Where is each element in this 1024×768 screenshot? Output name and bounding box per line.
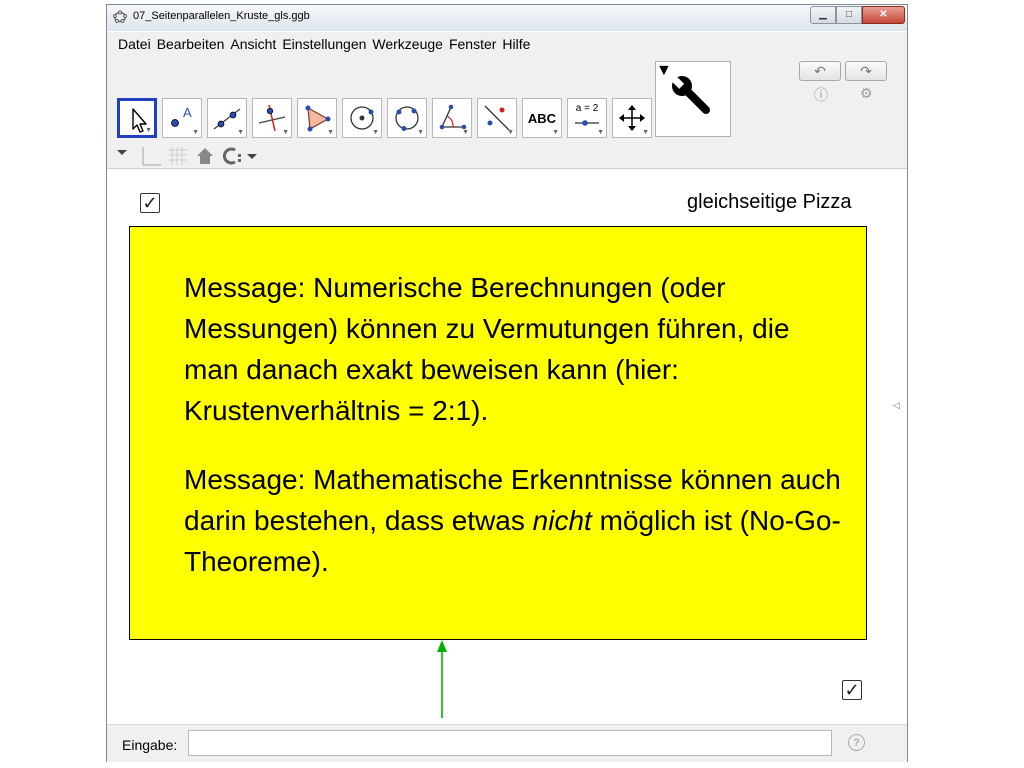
- text-tool-button[interactable]: ABC ▼: [522, 98, 562, 138]
- close-icon: ✕: [879, 9, 888, 20]
- tool-menu-triangle-icon: ▼: [145, 127, 152, 134]
- perpendicular-tool-button[interactable]: ▼: [252, 98, 292, 138]
- stylebar-toggle-icon[interactable]: [115, 146, 129, 160]
- checkbox-top[interactable]: ✓: [140, 193, 160, 213]
- circle-three-points-tool-button[interactable]: ▼: [387, 98, 427, 138]
- tool-menu-triangle-icon: ▼: [552, 129, 559, 136]
- input-bar: Eingabe: ?: [107, 724, 907, 762]
- menu-bar: Datei Bearbeiten Ansicht Einstellungen Werkz…: [107, 32, 907, 56]
- tool-menu-triangle-icon: ▼: [642, 129, 649, 136]
- move-view-tool-button[interactable]: ▼: [612, 98, 652, 138]
- slider-tool-button[interactable]: a = 2 ▼: [567, 98, 607, 138]
- tool-menu-triangle-icon: ▼: [462, 129, 469, 136]
- undo-button[interactable]: ↶: [799, 61, 841, 81]
- circle-center-tool-button[interactable]: ▼: [342, 98, 382, 138]
- style-bar: [107, 144, 907, 169]
- input-label: Eingabe:: [122, 737, 178, 753]
- help-icon[interactable]: ⓘ: [814, 85, 828, 105]
- move-tool-button[interactable]: ▼: [117, 98, 157, 138]
- close-button[interactable]: ✕: [862, 6, 905, 24]
- menu-ansicht[interactable]: Ansicht: [227, 32, 279, 56]
- green-arrow: [437, 640, 447, 718]
- tool-menu-triangle-icon: ▼: [597, 129, 604, 136]
- window-title: 07_Seitenparallelen_Kruste_gls.ggb: [133, 10, 310, 22]
- tool-menu-triangle-icon: ▼: [192, 129, 199, 136]
- graphics-view[interactable]: ✓ gleichseitige Pizza Message: Numerisch…: [107, 169, 900, 722]
- angle-tool-button[interactable]: ▼: [432, 98, 472, 138]
- menu-datei[interactable]: Datei: [115, 32, 154, 56]
- svg-text:A: A: [183, 105, 192, 120]
- axes-icon[interactable]: [140, 145, 162, 167]
- menu-fenster[interactable]: Fenster: [446, 32, 499, 56]
- side-panel-handle-icon[interactable]: ◁: [893, 400, 900, 411]
- tool-menu-triangle-icon: ▼: [282, 129, 289, 136]
- menu-hilfe[interactable]: Hilfe: [499, 32, 533, 56]
- polygon-tool-button[interactable]: ▼: [297, 98, 337, 138]
- redo-button[interactable]: ↷: [845, 61, 887, 81]
- wrench-icon: [670, 75, 710, 114]
- message-2: Message: Mathematische Erkenntnisse könn…: [184, 459, 844, 582]
- line-tool-button[interactable]: ▼: [207, 98, 247, 138]
- minimize-icon: ▁: [819, 9, 827, 20]
- geogebra-app-icon: [113, 10, 127, 23]
- toolbar: ▼ A ▼ ▼ ▼ ▼ ▼ ▼ ▼ ▼ ABC ▼ a = 2 ▼ ▼ ▼ ↶ …: [107, 56, 907, 144]
- message-box: Message: Numerische Berechnungen (oder M…: [129, 226, 867, 640]
- redo-icon: ↷: [860, 63, 872, 79]
- tool-menu-triangle-icon: ▼: [237, 129, 244, 136]
- menu-einstellungen[interactable]: Einstellungen: [279, 32, 369, 56]
- reflect-tool-button[interactable]: ▼: [477, 98, 517, 138]
- message-2-emphasis: nicht: [532, 505, 592, 536]
- maximize-button[interactable]: □: [836, 6, 862, 24]
- home-icon[interactable]: [195, 146, 215, 166]
- tool-menu-triangle-icon: ▼: [372, 129, 379, 136]
- grid-icon[interactable]: [167, 145, 189, 167]
- checkbox-bottom[interactable]: ✓: [842, 680, 862, 700]
- text-tool-icon: ABC: [527, 111, 557, 126]
- tool-menu-triangle-icon: ▼: [417, 129, 424, 136]
- title-bar: 07_Seitenparallelen_Kruste_gls.ggb ▁ □ ✕: [107, 5, 907, 31]
- message-1: Message: Numerische Berechnungen (oder M…: [184, 272, 790, 426]
- point-capturing-icon[interactable]: [221, 146, 261, 166]
- tool-menu-triangle-icon: ▼: [327, 129, 334, 136]
- point-tool-button[interactable]: A ▼: [162, 98, 202, 138]
- input-field[interactable]: [188, 730, 832, 756]
- pizza-label: gleichseitige Pizza: [687, 191, 852, 213]
- geogebra-window: 07_Seitenparallelen_Kruste_gls.ggb ▁ □ ✕…: [106, 4, 908, 762]
- minimize-button[interactable]: ▁: [810, 6, 836, 24]
- undo-icon: ↶: [814, 63, 826, 79]
- tool-settings-button[interactable]: ▼: [655, 61, 731, 137]
- gear-icon[interactable]: ⚙: [860, 85, 873, 102]
- menu-werkzeuge[interactable]: Werkzeuge: [369, 32, 446, 56]
- input-help-icon[interactable]: ?: [848, 734, 865, 751]
- menu-bearbeiten[interactable]: Bearbeiten: [154, 32, 228, 56]
- maximize-icon: □: [845, 9, 853, 20]
- tool-menu-triangle-icon: ▼: [507, 129, 514, 136]
